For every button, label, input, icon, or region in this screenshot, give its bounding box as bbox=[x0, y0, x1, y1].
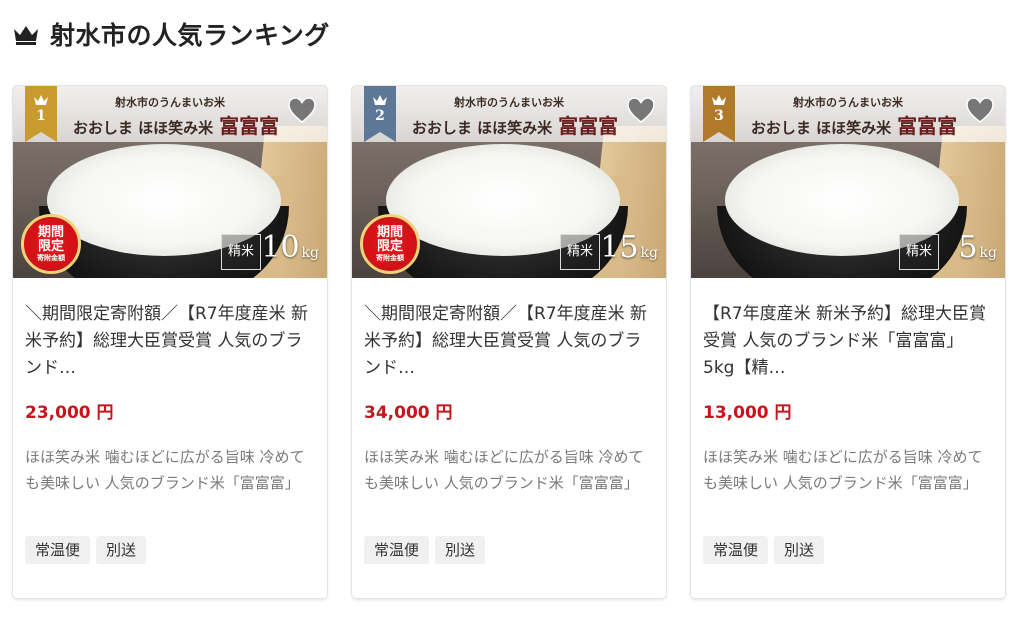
weight-label: 15 kg bbox=[600, 226, 658, 275]
brand-name: おおしま ほほ笑み米 bbox=[411, 119, 553, 137]
tag-item: 常温便 bbox=[364, 536, 430, 564]
limited-line-2: 限定 bbox=[376, 239, 403, 254]
limited-time-badge: 期間 限定 寄附金額 bbox=[360, 214, 420, 274]
limited-time-badge: 期間 限定 寄附金額 bbox=[21, 214, 81, 274]
product-card[interactable]: 射水市のうんまいお米 おおしま ほほ笑み米 富富富 1 期間 限定 寄附金額 精米… bbox=[13, 86, 327, 598]
product-image[interactable]: 射水市のうんまいお米 おおしま ほほ笑み米 富富富 3 精米 5 kg bbox=[691, 86, 1005, 278]
rank-badge: 2 bbox=[364, 86, 396, 142]
rank-badge: 1 bbox=[25, 86, 57, 142]
rice-type-label: 精米 bbox=[221, 234, 261, 270]
product-name[interactable]: ＼期間限定寄附額／【R7年度産米 新米予約】総理大臣賞受賞 人気のブランド… bbox=[25, 301, 315, 382]
rank-number: 3 bbox=[714, 108, 724, 124]
product-price: 23,000 円 bbox=[25, 403, 114, 423]
rank-number: 2 bbox=[375, 108, 385, 124]
image-brand: おおしま ほほ笑み米 富富富 bbox=[719, 110, 989, 139]
heart-icon[interactable] bbox=[626, 96, 656, 124]
image-subtitle: 射水市のうんまいお米 bbox=[115, 96, 225, 109]
weight-value: 10 bbox=[261, 230, 300, 265]
tag-item: 常温便 bbox=[25, 536, 91, 564]
limited-line-3: 寄附金額 bbox=[37, 254, 65, 262]
product-description: ほほ笑み米 噛むほどに広がる旨味 冷めても美味しい 人気のブランド米「富富富」 bbox=[25, 448, 305, 492]
crown-icon bbox=[14, 26, 38, 45]
product-card[interactable]: 射水市のうんまいお米 おおしま ほほ笑み米 富富富 2 期間 限定 寄附金額 精米… bbox=[352, 86, 666, 598]
brand-big: 富富富 bbox=[897, 114, 958, 138]
product-price: 34,000 円 bbox=[364, 403, 453, 423]
brand-big: 富富富 bbox=[558, 114, 619, 138]
product-image[interactable]: 射水市のうんまいお米 おおしま ほほ笑み米 富富富 1 期間 限定 寄附金額 精米… bbox=[13, 86, 327, 278]
heart-icon[interactable] bbox=[287, 96, 317, 124]
product-description: ほほ笑み米 噛むほどに広がる旨味 冷めても美味しい 人気のブランド米「富富富」 bbox=[364, 448, 644, 492]
brand-big: 富富富 bbox=[219, 114, 280, 138]
product-description: ほほ笑み米 噛むほどに広がる旨味 冷めても美味しい 人気のブランド米「富富富」 bbox=[703, 448, 983, 492]
rice-type-label: 精米 bbox=[899, 234, 939, 270]
tag-list: 常温便 別送 bbox=[703, 536, 825, 564]
weight-unit: kg bbox=[301, 245, 319, 261]
rank-badge: 3 bbox=[703, 86, 735, 142]
tag-item: 別送 bbox=[435, 536, 486, 564]
rank-number: 1 bbox=[36, 108, 46, 124]
tag-item: 別送 bbox=[96, 536, 147, 564]
limited-line-3: 寄附金額 bbox=[376, 254, 404, 262]
tag-item: 常温便 bbox=[703, 536, 769, 564]
page-title: 射水市の人気ランキング bbox=[50, 21, 330, 50]
tag-item: 別送 bbox=[774, 536, 825, 564]
product-price: 13,000 円 bbox=[703, 403, 792, 423]
crown-icon bbox=[712, 95, 726, 105]
limited-line-1: 期間 bbox=[376, 225, 403, 240]
product-name[interactable]: ＼期間限定寄附額／【R7年度産米 新米予約】総理大臣賞受賞 人気のブランド… bbox=[364, 301, 654, 382]
weight-label: 10 kg bbox=[261, 226, 319, 275]
image-brand: おおしま ほほ笑み米 富富富 bbox=[41, 110, 311, 139]
crown-icon bbox=[34, 95, 48, 105]
tag-list: 常温便 別送 bbox=[25, 536, 147, 564]
tag-list: 常温便 別送 bbox=[364, 536, 486, 564]
image-subtitle: 射水市のうんまいお米 bbox=[793, 96, 903, 109]
limited-line-1: 期間 bbox=[37, 225, 64, 240]
product-name[interactable]: 【R7年度産米 新米予約】総理大臣賞受賞 人気のブランド米「富富富」5kg【精… bbox=[703, 301, 993, 382]
weight-value: 5 bbox=[958, 230, 978, 265]
ranking-header: 射水市の人気ランキング bbox=[12, 14, 330, 54]
image-brand: おおしま ほほ笑み米 富富富 bbox=[380, 110, 650, 139]
rice-type-label: 精米 bbox=[560, 234, 600, 270]
weight-unit: kg bbox=[979, 245, 997, 261]
crown-icon bbox=[373, 95, 387, 105]
limited-line-2: 限定 bbox=[37, 239, 64, 254]
weight-value: 15 bbox=[600, 230, 639, 265]
image-subtitle: 射水市のうんまいお米 bbox=[454, 96, 564, 109]
product-card[interactable]: 射水市のうんまいお米 おおしま ほほ笑み米 富富富 3 精米 5 kg 【R7年度産… bbox=[691, 86, 1005, 598]
heart-icon[interactable] bbox=[965, 96, 995, 124]
weight-unit: kg bbox=[640, 245, 658, 261]
product-image[interactable]: 射水市のうんまいお米 おおしま ほほ笑み米 富富富 2 期間 限定 寄附金額 精米… bbox=[352, 86, 666, 278]
brand-name: おおしま ほほ笑み米 bbox=[72, 119, 214, 137]
brand-name: おおしま ほほ笑み米 bbox=[750, 119, 892, 137]
weight-label: 5 kg bbox=[958, 226, 997, 275]
